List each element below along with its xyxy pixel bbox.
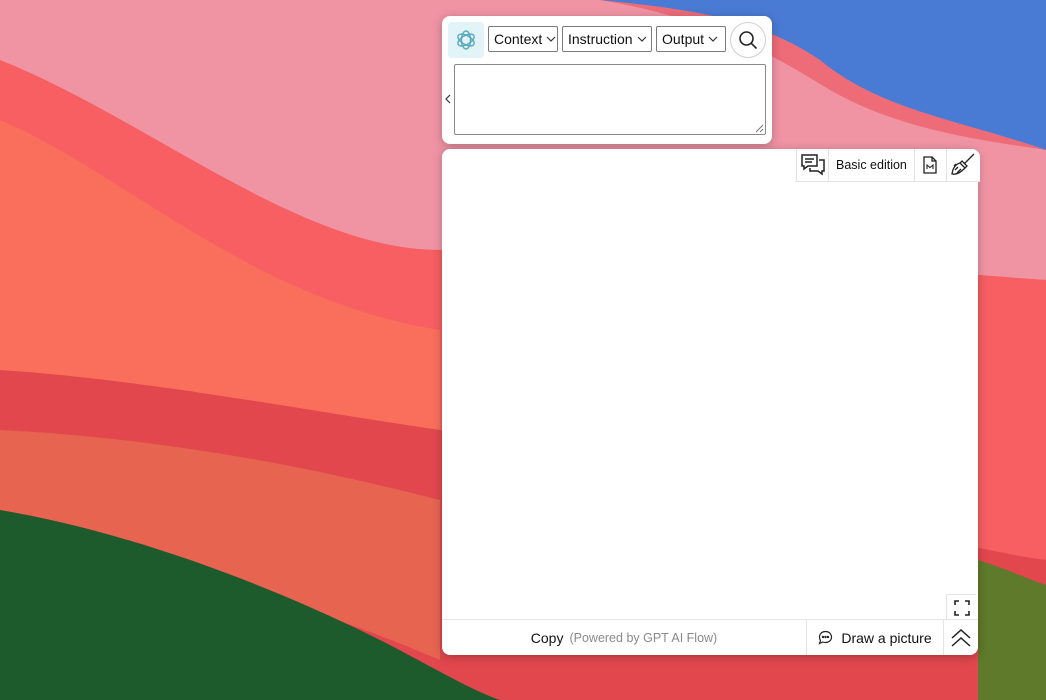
chat-bubble-icon [818, 630, 833, 645]
powered-by-label: (Powered by GPT AI Flow) [569, 630, 718, 645]
prompt-textarea[interactable] [454, 64, 766, 135]
draw-picture-button[interactable]: Draw a picture [806, 620, 943, 655]
chevron-left-icon [445, 94, 451, 104]
response-panel [442, 149, 978, 655]
context-dropdown[interactable]: Context [488, 26, 558, 52]
collapse-button[interactable] [444, 92, 452, 106]
openai-logo-icon [457, 30, 475, 50]
output-dropdown[interactable]: Output [656, 26, 726, 52]
edition-label: Basic edition [836, 158, 907, 172]
search-button[interactable] [730, 22, 766, 58]
copy-button[interactable]: Copy (Powered by GPT AI Flow) [442, 620, 806, 655]
markdown-file-icon [923, 156, 938, 174]
edition-toggle[interactable]: Basic edition [829, 149, 915, 181]
chevron-down-icon [637, 36, 647, 42]
scroll-top-button[interactable] [943, 620, 978, 655]
search-icon [739, 31, 758, 50]
clear-button[interactable] [947, 149, 980, 181]
draw-picture-label: Draw a picture [841, 629, 932, 646]
resize-grip-icon[interactable] [755, 124, 764, 133]
copy-label: Copy [530, 629, 564, 646]
chat-mode-button[interactable] [797, 149, 829, 181]
output-dropdown-label: Output [662, 31, 705, 47]
chevron-down-icon [546, 36, 556, 42]
openai-logo-button[interactable] [448, 22, 484, 58]
instruction-dropdown[interactable]: Instruction [562, 26, 652, 52]
export-markdown-button[interactable] [915, 149, 947, 181]
chevron-down-icon [708, 36, 718, 42]
double-chevron-up-icon [951, 628, 971, 647]
fullscreen-icon [953, 599, 970, 616]
instruction-dropdown-label: Instruction [568, 31, 633, 47]
fullscreen-button[interactable] [946, 594, 976, 620]
chat-bubbles-icon [800, 154, 825, 176]
broom-icon [951, 153, 975, 175]
context-dropdown-label: Context [494, 31, 543, 47]
response-toolbar: Basic edition [796, 149, 980, 182]
